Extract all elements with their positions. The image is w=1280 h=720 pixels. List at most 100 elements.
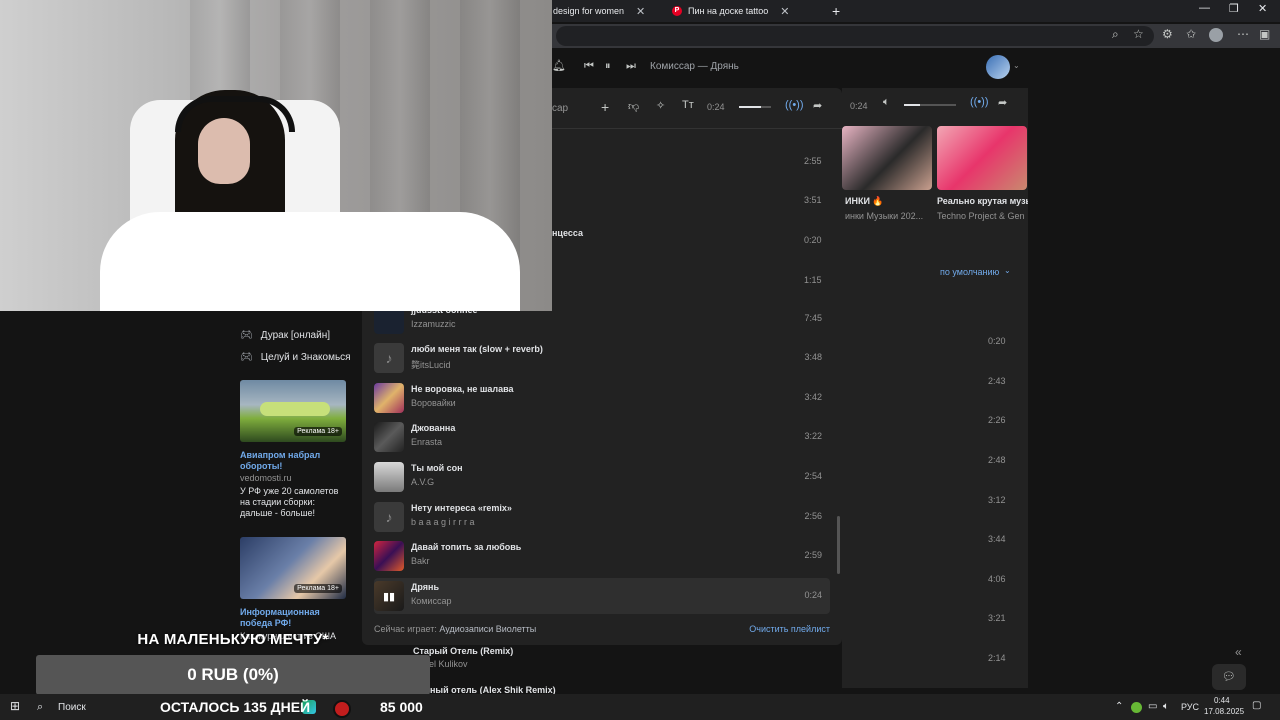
track-row[interactable]: Ты мой сон A.V.G 2:54 [374, 459, 830, 495]
track-artist[interactable]: Enrasta [411, 437, 442, 447]
ad-card[interactable]: Реклама 18+ Информационная победа РФ! Ка… [240, 537, 346, 642]
restore-button[interactable]: ❐ [1229, 2, 1239, 15]
volume-slider[interactable] [739, 106, 771, 108]
close-window-button[interactable]: ✕ [1258, 2, 1267, 15]
share-icon[interactable]: ➦ [813, 99, 822, 112]
playlist-subtitle: инки Музыки 202... [845, 211, 924, 221]
sparkle-icon[interactable]: ✧ [656, 99, 665, 112]
track-duration: 2:59 [804, 550, 822, 560]
tab-label: design for women [553, 6, 625, 16]
now-playing-title[interactable]: Комиссар — Дрянь [650, 61, 739, 72]
tray-expand-icon[interactable]: ⌃ [1115, 701, 1123, 712]
close-tab-icon[interactable]: ✕ [780, 5, 789, 18]
track-title: Давай топить за любовь [411, 542, 522, 552]
pause-icon[interactable]: ⏸ [605, 60, 611, 73]
broadcast-icon[interactable]: ((•)) [785, 99, 804, 111]
taskbar-search[interactable]: Поиск [58, 702, 86, 713]
speaker-icon[interactable]: 🔈︎ [1163, 701, 1169, 712]
track-artist[interactable]: Bakr [411, 556, 430, 566]
track-row[interactable]: Давай топить за любовь Bakr 2:59 [374, 538, 830, 574]
bookmark-star-icon[interactable]: ☆ [1133, 27, 1144, 41]
menu-dots-icon[interactable]: ⋯ [1237, 27, 1249, 41]
current-time: 0:24 [707, 102, 725, 112]
track-cover [374, 462, 404, 492]
ad-image-man[interactable]: Реклама 18+ [240, 537, 346, 599]
ad-badge: Реклама 18+ [294, 584, 342, 593]
notification-center-icon[interactable]: ▢ [1252, 700, 1261, 711]
track-row-active[interactable]: ▮▮ Дрянь Комиссар 0:24 [374, 578, 830, 614]
add-icon[interactable]: + [601, 99, 609, 115]
popup-scrollbar[interactable] [837, 516, 840, 574]
user-avatar[interactable] [986, 55, 1010, 79]
minimize-button[interactable]: — [1199, 2, 1210, 14]
clock-date[interactable]: 17.08.2025 [1204, 707, 1244, 716]
playlist-cover[interactable] [842, 126, 932, 190]
sidebar-item-tseluy[interactable]: 🎮︎ Целуй и Знакомься [240, 349, 351, 365]
track-artist[interactable]: A.V.G [411, 477, 434, 487]
favorites-icon[interactable]: ✩ [1186, 27, 1196, 41]
playing-bars-icon[interactable]: ▮▮ [374, 581, 404, 611]
track-row[interactable]: ♪ люби меня так (slow + reverb) 斃itsLuci… [374, 340, 830, 376]
track-row[interactable]: Не воровка, не шалава Воровайки 3:42 [374, 380, 830, 416]
share-icon[interactable]: ➦ [998, 96, 1007, 109]
notifications-bell-icon[interactable]: 🔔︎ [552, 59, 566, 72]
donation-days-left: ОСТАЛОСЬ 135 ДНЕЙ [160, 699, 311, 715]
track-artist[interactable]: ael Kulikov [424, 659, 468, 669]
next-track-icon[interactable]: ⏭ [626, 60, 636, 73]
language-indicator[interactable]: РУС [1181, 702, 1199, 712]
ad-text: У РФ уже 20 самолетов на стадии сборки: … [240, 486, 339, 518]
tab-design-for-women[interactable]: design for women ✕ [553, 0, 665, 22]
clear-playlist-button[interactable]: Очистить плейлист [749, 624, 830, 634]
address-bar[interactable] [556, 26, 1154, 46]
previous-track-icon[interactable]: ⏮ [584, 60, 594, 73]
chevron-down-icon[interactable]: ⌄ [1004, 266, 1011, 275]
volume-slider[interactable] [904, 104, 956, 106]
playlist-cover[interactable] [937, 126, 1027, 190]
track-title: Дрянь [411, 582, 440, 592]
new-tab-button[interactable]: + [832, 0, 840, 22]
playlist-name[interactable]: Аудиозаписи Виолетты [439, 624, 536, 634]
taskbar-app-icon[interactable] [333, 700, 351, 718]
track-row[interactable]: ♪ Нету интереса «remix» b a a a g i r r … [374, 499, 830, 535]
track-duration: 3:42 [804, 392, 822, 402]
person-shirt [100, 212, 520, 311]
sort-dropdown[interactable]: по умолчанию [940, 267, 999, 277]
volume-icon[interactable]: 🔈︎ [883, 96, 890, 109]
playlist-title[interactable]: ИНКИ 🔥 [845, 196, 931, 207]
network-icon[interactable]: ▭ [1148, 701, 1157, 712]
tray-app-icon[interactable] [1131, 702, 1142, 713]
track-duration: 2:14 [988, 653, 1006, 663]
search-icon[interactable]: ⌕ [37, 701, 43, 714]
track-artist[interactable]: b a a a g i r r r a [411, 517, 475, 527]
dislike-icon[interactable]: 👎︎ [628, 100, 639, 113]
ad-title[interactable]: Информационная победа РФ! [240, 607, 346, 629]
profile-icon[interactable] [1209, 28, 1223, 42]
track-artist[interactable]: Комиссар [411, 596, 451, 606]
ad-image-airplane[interactable]: Реклама 18+ [240, 380, 346, 442]
chat-icon[interactable]: 💬︎ [1212, 664, 1246, 690]
search-input[interactable]: сар [552, 103, 568, 114]
tab-pinterest[interactable]: P Пин на доске tattoo ✕ [672, 0, 822, 22]
ad-card[interactable]: Реклама 18+ Авиапром набрал обороты! ved… [240, 380, 346, 519]
track-cover [374, 383, 404, 413]
track-artist[interactable]: Воровайки [411, 398, 456, 408]
track-title: Ты мой сон [411, 463, 463, 473]
tab-label: Пин на доске tattoo [688, 6, 769, 16]
chevron-down-icon[interactable]: ⌄ [1013, 61, 1020, 70]
windows-start-icon[interactable]: ⊞ [10, 699, 20, 713]
text-lyrics-icon[interactable]: Tт [682, 99, 694, 111]
track-artist[interactable]: Izzamuzzic [411, 319, 456, 329]
track-artist[interactable]: 斃itsLucid [411, 358, 451, 371]
sidebar-item-durak[interactable]: 🎮︎ Дурак [онлайн] [240, 327, 330, 343]
zoom-icon[interactable]: ⌕ [1112, 27, 1119, 42]
collapse-icon[interactable]: « [1235, 645, 1242, 659]
playlist-title[interactable]: Реально крутая музы [937, 196, 1028, 206]
donation-goal-title: НА МАЛЕНЬКУЮ МЕЧТУ* [137, 631, 329, 648]
track-row[interactable]: Джованна Enrasta 3:22 [374, 419, 830, 455]
clock-time[interactable]: 0:44 [1214, 696, 1230, 705]
ad-title[interactable]: Авиапром набрал обороты! [240, 450, 346, 472]
close-tab-icon[interactable]: ✕ [636, 5, 645, 18]
sidebar-toggle-icon[interactable]: ▣ [1259, 27, 1270, 41]
extensions-icon[interactable]: ⚙ [1162, 27, 1173, 41]
broadcast-icon[interactable]: ((•)) [970, 96, 989, 108]
